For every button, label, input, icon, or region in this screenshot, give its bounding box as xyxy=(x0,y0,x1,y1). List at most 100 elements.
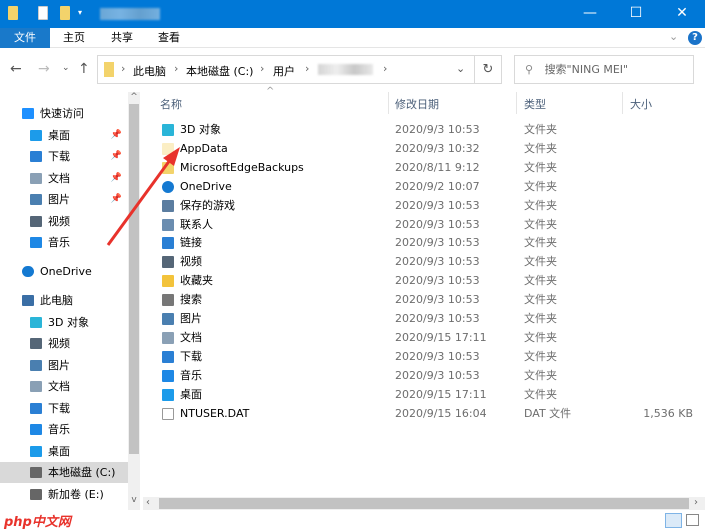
sidebar-item[interactable]: 桌面 xyxy=(0,441,128,462)
file-name: 保存的游戏 xyxy=(180,198,235,212)
maximize-button[interactable]: ☐ xyxy=(613,0,659,28)
favorites-icon xyxy=(162,275,174,288)
address-dropdown-icon[interactable]: ⌄ xyxy=(456,62,465,75)
sidebar-item[interactable]: 音乐 xyxy=(0,232,128,253)
file-row[interactable]: 链接 2020/9/3 10:53 文件夹 xyxy=(150,233,705,252)
sidebar-item[interactable]: 视频 xyxy=(0,333,128,354)
drive-icon xyxy=(30,489,42,500)
sidebar-item[interactable]: 图片 xyxy=(0,355,128,376)
close-button[interactable]: ✕ xyxy=(659,0,705,28)
file-name: 联系人 xyxy=(180,217,213,231)
sidebar-item[interactable]: 新加卷 (E:) xyxy=(0,484,128,505)
horizontal-scrollbar[interactable]: ‹ › xyxy=(143,497,705,510)
tab-view[interactable]: 查看 xyxy=(150,28,188,48)
file-date: 2020/9/3 10:53 xyxy=(395,236,480,250)
file-row[interactable]: MicrosoftEdgeBackups 2020/8/11 9:12 文件夹 xyxy=(150,158,705,177)
sidebar-item[interactable]: 音乐 xyxy=(0,419,128,440)
file-name: 收藏夹 xyxy=(180,274,213,288)
file-name: 视频 xyxy=(180,255,202,269)
file-row[interactable]: NTUSER.DAT 2020/9/15 16:04 DAT 文件 1,536 … xyxy=(150,404,705,423)
details-view-button[interactable] xyxy=(665,513,682,528)
tab-home[interactable]: 主页 xyxy=(55,28,93,48)
file-row[interactable]: 下载 2020/9/3 10:53 文件夹 xyxy=(150,347,705,366)
column-name[interactable]: 名称 xyxy=(160,96,182,112)
file-row[interactable]: 3D 对象 2020/9/3 10:53 文件夹 xyxy=(150,120,705,139)
sidebar-item[interactable]: 桌面 📌 xyxy=(0,125,128,146)
up-button[interactable]: ↑ xyxy=(78,61,90,77)
properties-icon[interactable] xyxy=(38,6,48,20)
file-size: 1,536 KB xyxy=(643,406,693,420)
sidebar-item-label: 桌面 xyxy=(48,129,70,142)
sidebar-item[interactable]: 下载 📌 xyxy=(0,146,128,167)
title-bar: ▾ — ☐ ✕ xyxy=(0,0,705,28)
new-folder-icon[interactable] xyxy=(60,6,70,20)
breadcrumb-local-disk[interactable]: 本地磁盘 (C:) xyxy=(186,63,253,79)
sidebar-item[interactable]: 此电脑 xyxy=(0,290,128,311)
help-button[interactable]: ? xyxy=(688,31,702,45)
tab-share[interactable]: 共享 xyxy=(103,28,141,48)
search-placeholder: 搜索"NING MEI" xyxy=(544,63,629,76)
cube-icon xyxy=(30,317,42,328)
recent-locations-button[interactable]: ⌄ xyxy=(62,63,70,73)
sidebar-item[interactable]: 文档 📌 xyxy=(0,168,128,189)
sidebar-item-label: 3D 对象 xyxy=(48,316,89,329)
saved-games-icon xyxy=(162,199,174,212)
file-date: 2020/9/2 10:07 xyxy=(395,179,480,193)
file-type: 文件夹 xyxy=(524,255,557,269)
sidebar-item-label: 桌面 xyxy=(48,445,70,458)
column-date[interactable]: 修改日期 xyxy=(395,96,439,112)
folder-icon xyxy=(162,161,174,174)
tab-file[interactable]: 文件 xyxy=(0,28,50,48)
pin-icon: 📌 xyxy=(110,151,122,161)
breadcrumb-this-pc[interactable]: 此电脑 xyxy=(133,63,166,79)
file-row[interactable]: 图片 2020/9/3 10:53 文件夹 xyxy=(150,309,705,328)
sidebar-item[interactable]: 文档 xyxy=(0,376,128,397)
file-row[interactable]: 文档 2020/9/15 17:11 文件夹 xyxy=(150,328,705,347)
sidebar-item-label: 新加卷 (E:) xyxy=(48,488,104,501)
back-button[interactable]: ← xyxy=(10,61,22,77)
sidebar-item-label: 下载 xyxy=(48,150,70,163)
customize-toolbar-icon[interactable]: ▾ xyxy=(78,8,82,17)
file-name: OneDrive xyxy=(180,179,232,193)
cloud-icon xyxy=(22,266,34,277)
nav-scrollbar[interactable]: ^ v xyxy=(128,92,140,510)
file-row[interactable]: 联系人 2020/9/3 10:53 文件夹 xyxy=(150,215,705,234)
sidebar-item[interactable]: OneDrive xyxy=(0,261,128,282)
sidebar-item-label: 本地磁盘 (C:) xyxy=(48,466,116,479)
forward-button[interactable]: → xyxy=(38,61,50,77)
column-type[interactable]: 类型 xyxy=(524,96,546,112)
scrollbar-thumb[interactable] xyxy=(129,104,139,454)
breadcrumb-user[interactable] xyxy=(318,64,373,75)
sidebar-item[interactable]: 下载 xyxy=(0,398,128,419)
sidebar-item[interactable]: 本地磁盘 (C:) xyxy=(0,462,128,483)
breadcrumb-users[interactable]: 用户 xyxy=(273,63,295,79)
window-title xyxy=(100,8,160,20)
link-icon xyxy=(162,237,174,250)
file-row[interactable]: 音乐 2020/9/3 10:53 文件夹 xyxy=(150,366,705,385)
sidebar-item-label: 视频 xyxy=(48,215,70,228)
file-row[interactable]: 视频 2020/9/3 10:53 文件夹 xyxy=(150,252,705,271)
file-row[interactable]: 搜索 2020/9/3 10:53 文件夹 xyxy=(150,290,705,309)
file-row[interactable]: AppData 2020/9/3 10:32 文件夹 xyxy=(150,139,705,158)
minimize-button[interactable]: — xyxy=(567,0,613,28)
address-bar[interactable]: › 此电脑 › 本地磁盘 (C:) › 用户 › › ⌄ xyxy=(97,55,475,84)
expand-ribbon-button[interactable]: ⌄ xyxy=(669,30,678,43)
sidebar-item[interactable]: 快速访问 xyxy=(0,103,128,124)
file-row[interactable]: 收藏夹 2020/9/3 10:53 文件夹 xyxy=(150,271,705,290)
file-row[interactable]: 桌面 2020/9/15 17:11 文件夹 xyxy=(150,385,705,404)
sidebar-item[interactable]: 图片 📌 xyxy=(0,189,128,210)
scrollbar-thumb[interactable] xyxy=(159,498,689,509)
search-input[interactable]: ⚲ 搜索"NING MEI" xyxy=(514,55,694,84)
sidebar-item[interactable]: 3D 对象 xyxy=(0,312,128,333)
column-size[interactable]: 大小 xyxy=(630,96,652,112)
file-type: 文件夹 xyxy=(524,368,557,382)
file-name: 图片 xyxy=(180,312,202,325)
file-name: MicrosoftEdgeBackups xyxy=(180,160,304,174)
search-icon xyxy=(162,294,174,307)
refresh-button[interactable]: ↻ xyxy=(475,55,502,84)
large-icons-view-button[interactable] xyxy=(686,514,699,526)
sidebar-item[interactable]: 视频 xyxy=(0,211,128,232)
file-row[interactable]: OneDrive 2020/9/2 10:07 文件夹 xyxy=(150,177,705,196)
file-date: 2020/9/3 10:53 xyxy=(395,217,480,231)
file-row[interactable]: 保存的游戏 2020/9/3 10:53 文件夹 xyxy=(150,196,705,215)
